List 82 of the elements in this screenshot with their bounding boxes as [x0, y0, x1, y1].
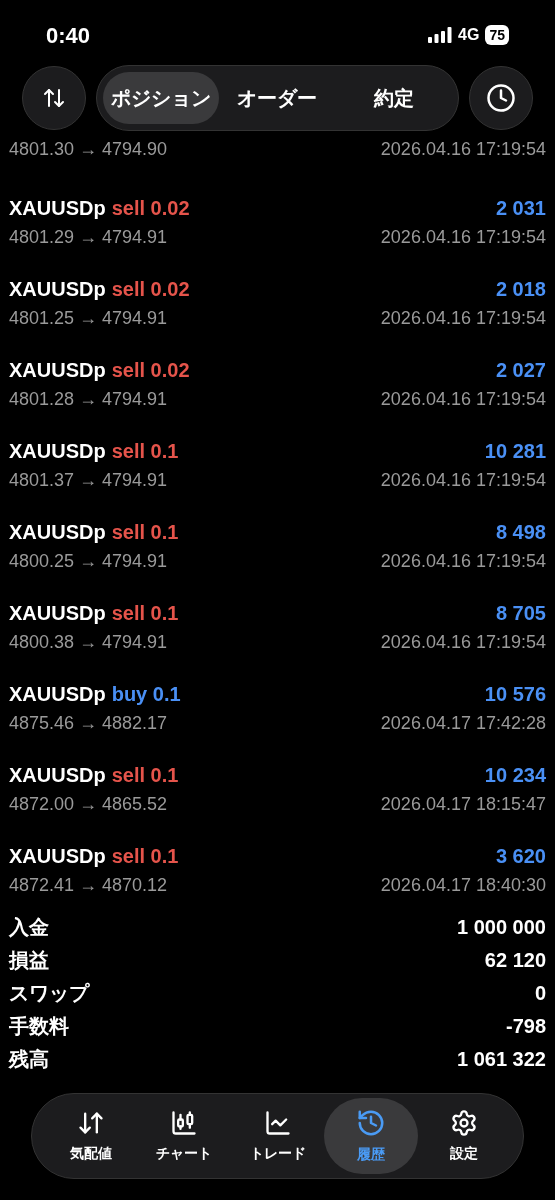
summary-value: 0 [534, 980, 546, 1006]
tab[interactable]: ポジション [103, 71, 220, 124]
summary-label: 手数料 [9, 1013, 69, 1039]
profit: 10 234 [484, 762, 546, 787]
summary-label: スワップ [9, 980, 89, 1006]
summary-value: 1 000 000 [457, 914, 546, 940]
deal-row[interactable]: XAUUSDp sell 0.1 3 620 4872.41 → 4870.12 2026.04.17 18:40:30 [0, 829, 555, 910]
deal-row[interactable]: XAUUSDp sell 0.1 10 281 4801.37 → 4794.91 2026.04.16 17:19:54 [0, 424, 555, 505]
price-range: 4801.29 → 4794.91 [9, 225, 168, 248]
nav-item[interactable]: チャート [137, 1098, 231, 1174]
profit: 8 498 [495, 519, 546, 544]
deal-volume: sell 0.1 [111, 762, 179, 787]
clock-icon [486, 82, 516, 113]
tab[interactable]: オーダー [219, 71, 336, 124]
price-range: 4872.00 → 4865.52 [9, 792, 168, 815]
deal-volume: buy 0.1 [111, 681, 181, 706]
deal-row[interactable]: XAUUSDp sell 0.1 8 705 4800.38 → 4794.91 2026.04.16 17:19:54 [0, 586, 555, 667]
summary-label: 入金 [9, 914, 49, 940]
price-range: 4800.38 → 4794.91 [9, 630, 168, 653]
summary-value: -798 [505, 1013, 546, 1039]
symbol: XAUUSDp [9, 843, 106, 868]
symbol: XAUUSDp [9, 276, 106, 301]
deal-volume: sell 0.02 [111, 195, 190, 220]
deal-row[interactable]: XAUUSDp buy 0.1 10 576 4875.46 → 4882.17 2026.04.17 17:42:28 [0, 667, 555, 748]
deal-volume: sell 0.1 [111, 600, 179, 625]
deal-time: 2026.04.16 17:19:54 [380, 306, 546, 329]
price-range: 4801.28 → 4794.91 [9, 387, 168, 410]
symbol: XAUUSDp [9, 762, 106, 787]
profit: 2 027 [495, 357, 546, 382]
symbol: XAUUSDp [9, 519, 106, 544]
symbol: XAUUSDp [9, 195, 106, 220]
profit: 2 031 [495, 195, 546, 220]
nav-item[interactable]: 設定 [417, 1098, 512, 1174]
deal-time: 2026.04.17 17:42:28 [380, 711, 546, 734]
price-range: 4801.25 → 4794.91 [9, 306, 168, 329]
nav-item[interactable]: 履歴 [324, 1098, 418, 1174]
price-range: 4800.25 → 4794.91 [9, 549, 168, 572]
deal-time: 2026.04.16 17:19:54 [380, 225, 546, 248]
price-range: 4875.46 → 4882.17 [9, 711, 168, 734]
profit: 2 018 [495, 276, 546, 301]
deal-volume: sell 0.1 [111, 843, 179, 868]
price-range: 4801.37 → 4794.91 [9, 468, 168, 491]
battery-indicator: 75 [485, 25, 509, 45]
signal-icon [428, 27, 453, 43]
deal-volume: sell 0.1 [111, 519, 179, 544]
price-range: 4801.30 → 4794.90 [9, 138, 168, 161]
deal-time: 2026.04.17 18:15:47 [380, 792, 546, 815]
nav-item[interactable]: トレード [230, 1098, 325, 1174]
deal-time: 2026.04.16 17:19:54 [380, 630, 546, 653]
symbol: XAUUSDp [9, 600, 106, 625]
symbol: XAUUSDp [9, 438, 106, 463]
deal-row[interactable]: XAUUSDp sell 0.1 8 498 4800.25 → 4794.91 2026.04.16 17:19:54 [0, 505, 555, 586]
deal-time: 2026.04.16 17:19:54 [380, 549, 546, 572]
network-label: 4G [458, 25, 480, 45]
deal-time: 2026.04.16 17:19:54 [380, 138, 546, 161]
summary-label: 残高 [9, 1046, 49, 1072]
price-range: 4872.41 → 4870.12 [9, 873, 168, 896]
status-time: 0:40 [46, 21, 91, 50]
deal-volume: sell 0.1 [111, 438, 179, 463]
profit: 8 705 [495, 600, 546, 625]
profit: 10 576 [484, 681, 546, 706]
summary-value: 1 061 322 [457, 1046, 546, 1072]
profit: 10 281 [484, 438, 546, 463]
deal-row[interactable]: XAUUSDp sell 0.02 2 027 4801.28 → 4794.91 2026.04.16 17:19:54 [0, 343, 555, 424]
deal-time: 2026.04.17 18:40:30 [380, 873, 546, 896]
summary-value: 62 120 [484, 947, 546, 973]
nav-item[interactable]: 気配値 [44, 1098, 138, 1174]
deal-row[interactable]: XAUUSDp sell 0.1 10 234 4872.00 → 4865.52 2026.04.17 18:15:47 [0, 748, 555, 829]
deal-row[interactable]: XAUUSDp sell 0.02 2 018 4801.25 → 4794.91 2026.04.16 17:19:54 [0, 262, 555, 343]
deal-time: 2026.04.16 17:19:54 [380, 387, 546, 410]
profit: 3 620 [495, 843, 546, 868]
symbol: XAUUSDp [9, 357, 106, 382]
summary-label: 損益 [9, 947, 49, 973]
deal-row[interactable]: XAUUSDp sell 0.02 2 031 4801.29 → 4794.91 2026.04.16 17:19:54 [0, 181, 555, 262]
candlestick-icon [170, 1108, 199, 1137]
deal-volume: sell 0.02 [111, 276, 190, 301]
tab[interactable]: 約定 [335, 71, 452, 124]
settings-icon [450, 1108, 479, 1137]
deal-time: 2026.04.16 17:19:54 [380, 468, 546, 491]
deal-volume: sell 0.02 [111, 357, 190, 382]
line-chart-icon [263, 1108, 292, 1137]
symbol: XAUUSDp [9, 681, 106, 706]
